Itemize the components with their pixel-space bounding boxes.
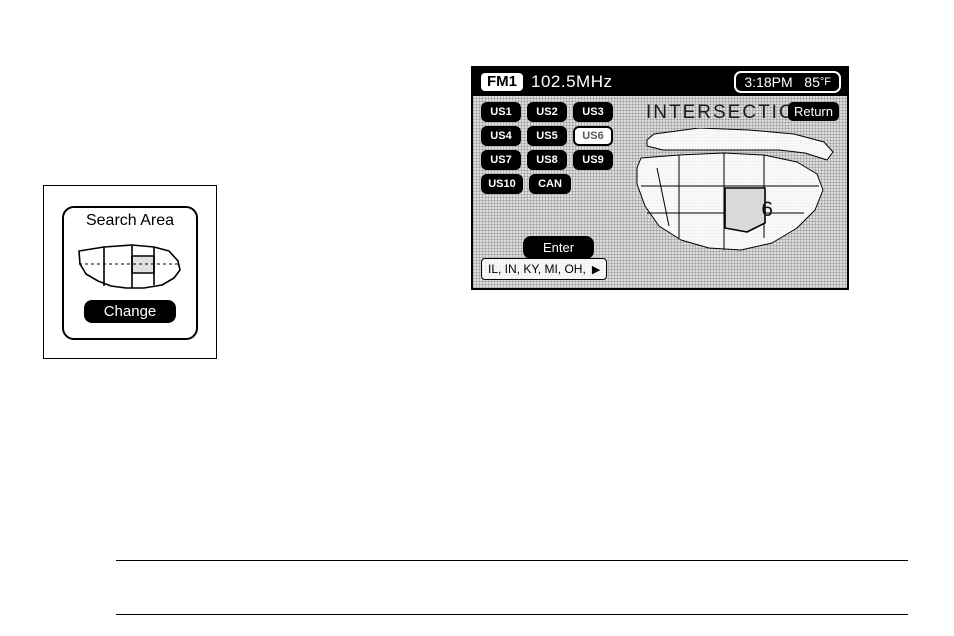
search-area-frame: Search Area Change bbox=[62, 206, 198, 340]
state-list-strip[interactable]: IL, IN, KY, MI, OH, ▶ bbox=[481, 258, 607, 280]
change-button[interactable]: Change bbox=[84, 300, 177, 323]
region-map-large[interactable] bbox=[629, 128, 839, 278]
clock-temp-unit: °F bbox=[820, 76, 831, 88]
region-us8[interactable]: US8 bbox=[527, 150, 567, 170]
state-list-text: IL, IN, KY, MI, OH, bbox=[488, 262, 586, 276]
region-us1[interactable]: US1 bbox=[481, 102, 521, 122]
search-area-title: Search Area bbox=[64, 212, 196, 230]
clock-chip: 3:18PM 85°F bbox=[734, 71, 841, 93]
return-button[interactable]: Return bbox=[788, 102, 839, 121]
nav-screen: FM1 102.5MHz 3:18PM 85°F INTERSECTION Re… bbox=[471, 66, 849, 290]
region-us4[interactable]: US4 bbox=[481, 126, 521, 146]
radio-band-chip[interactable]: FM1 bbox=[479, 71, 525, 93]
clock-time: 3:18PM bbox=[744, 74, 792, 90]
screen-title: INTERSECTION bbox=[646, 102, 811, 124]
radio-frequency: 102.5MHz bbox=[531, 72, 612, 92]
clock-temp: 85 bbox=[804, 74, 820, 90]
region-us5[interactable]: US5 bbox=[527, 126, 567, 146]
region-us10[interactable]: US10 bbox=[481, 174, 523, 194]
region-us7[interactable]: US7 bbox=[481, 150, 521, 170]
region-grid: US1 US2 US3 US4 US5 US6 US7 US8 US9 US10… bbox=[481, 102, 631, 198]
search-area-panel: Search Area Change bbox=[43, 185, 217, 359]
region-us2[interactable]: US2 bbox=[527, 102, 567, 122]
status-bar: FM1 102.5MHz 3:18PM 85°F bbox=[473, 68, 847, 96]
scroll-right-icon[interactable]: ▶ bbox=[592, 263, 600, 276]
search-area-mini-map bbox=[74, 236, 186, 294]
region-us3[interactable]: US3 bbox=[573, 102, 613, 122]
region-us6[interactable]: US6 bbox=[573, 126, 613, 146]
footer-rule-bottom bbox=[116, 614, 908, 615]
enter-button[interactable]: Enter bbox=[523, 236, 594, 259]
map-region-number: 6 bbox=[761, 198, 773, 222]
footer-rule-top bbox=[116, 560, 908, 561]
region-can[interactable]: CAN bbox=[529, 174, 571, 194]
region-us9[interactable]: US9 bbox=[573, 150, 613, 170]
